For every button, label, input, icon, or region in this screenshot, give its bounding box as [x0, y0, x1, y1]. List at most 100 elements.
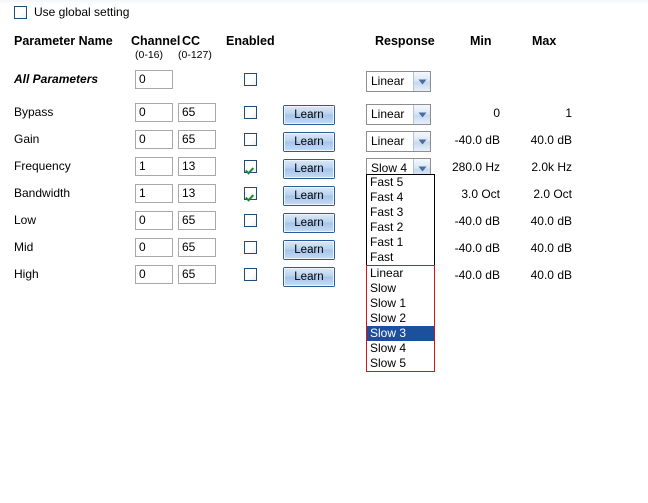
max-value: 1: [565, 106, 572, 120]
checkbox-box-icon: [244, 73, 257, 86]
cc-input[interactable]: 13: [178, 184, 216, 203]
min-value: -40.0 dB: [454, 214, 500, 228]
min-value: 0: [493, 106, 500, 120]
channel-input[interactable]: 0: [135, 265, 173, 284]
response-combobox[interactable]: Linear: [366, 71, 431, 92]
header-channel: Channel: [131, 34, 181, 48]
checkmark-icon: [244, 160, 257, 173]
max-value: 40.0 dB: [530, 133, 572, 147]
learn-button-label: Learn: [284, 214, 334, 232]
max-value: 2.0k Hz: [531, 160, 572, 174]
header-cc: CC: [182, 34, 201, 48]
dropdown-option[interactable]: Fast 2: [367, 220, 434, 235]
row-label: Mid: [14, 240, 34, 254]
row-label: Low: [14, 213, 37, 227]
channel-input[interactable]: 0: [135, 238, 173, 257]
dropdown-option[interactable]: Slow: [367, 281, 434, 296]
response-combobox[interactable]: Linear: [366, 131, 431, 152]
channel-input[interactable]: 0: [135, 130, 173, 149]
dropdown-option[interactable]: Linear: [367, 266, 434, 281]
min-value: 3.0 Oct: [461, 187, 500, 201]
enabled-checkbox[interactable]: [244, 241, 257, 257]
learn-button[interactable]: Learn: [283, 186, 335, 206]
max-value: 2.0 Oct: [533, 187, 572, 201]
cc-input[interactable]: 13: [178, 157, 216, 176]
min-value: -40.0 dB: [454, 268, 500, 282]
checkbox-box-icon: [244, 268, 257, 281]
header-response: Response: [375, 34, 435, 48]
checkbox-box-icon: [244, 214, 257, 227]
cc-input[interactable]: 65: [178, 211, 216, 230]
row-label: High: [14, 267, 39, 281]
response-dropdown-list[interactable]: Fast 5 Fast 4 Fast 3 Fast 2 Fast 1 Fast Linea…: [366, 174, 435, 372]
min-value: -40.0 dB: [454, 133, 500, 147]
channel-input[interactable]: 1: [135, 157, 173, 176]
use-global-setting-row[interactable]: Use global setting: [14, 5, 129, 19]
dropdown-option[interactable]: Slow 2: [367, 311, 434, 326]
row-label: All Parameters: [14, 72, 99, 86]
learn-button[interactable]: Learn: [283, 159, 335, 179]
chevron-down-icon[interactable]: [413, 105, 430, 124]
learn-button-label: Learn: [284, 133, 334, 151]
response-combobox[interactable]: Linear: [366, 104, 431, 125]
enabled-checkbox[interactable]: [244, 187, 257, 203]
header-cc-range: (0-127): [178, 49, 212, 61]
learn-button-label: Learn: [284, 160, 334, 178]
max-value: 40.0 dB: [530, 241, 572, 255]
min-value: 280.0 Hz: [451, 160, 500, 174]
learn-button-label: Learn: [284, 241, 334, 259]
response-combobox-value: Linear: [371, 74, 405, 88]
cc-input[interactable]: 65: [178, 130, 216, 149]
learn-button[interactable]: Learn: [283, 267, 335, 287]
channel-input[interactable]: 0: [135, 70, 173, 89]
learn-button[interactable]: Learn: [283, 132, 335, 152]
chevron-down-icon[interactable]: [413, 132, 430, 151]
midi-learn-panel: Use global setting Parameter Name Channe…: [0, 0, 648, 503]
cc-input[interactable]: 65: [178, 103, 216, 122]
dropdown-option[interactable]: Fast 1: [367, 235, 434, 250]
response-combobox-value: Linear: [371, 107, 405, 121]
header-max: Max: [532, 34, 557, 48]
header-channel-range: (0-16): [135, 49, 164, 61]
header-enabled: Enabled: [226, 34, 275, 48]
dropdown-option[interactable]: Fast: [367, 250, 434, 265]
dropdown-option[interactable]: Slow 4: [367, 341, 434, 356]
enabled-checkbox[interactable]: [244, 214, 257, 230]
channel-input[interactable]: 0: [135, 211, 173, 230]
learn-button[interactable]: Learn: [283, 213, 335, 233]
row-label: Frequency: [14, 159, 71, 173]
enabled-checkbox[interactable]: [244, 106, 257, 122]
enabled-checkbox[interactable]: [244, 160, 257, 176]
learn-button[interactable]: Learn: [283, 240, 335, 260]
row-label: Gain: [14, 132, 40, 146]
use-global-setting-checkbox[interactable]: [14, 5, 27, 19]
max-value: 40.0 dB: [530, 268, 572, 282]
response-combobox-value: Linear: [371, 134, 405, 148]
use-global-setting-label: Use global setting: [34, 5, 130, 19]
checkmark-icon: [244, 187, 257, 200]
learn-button-label: Learn: [284, 268, 334, 286]
learn-button[interactable]: Learn: [283, 105, 335, 125]
header-min: Min: [470, 34, 492, 48]
dropdown-option[interactable]: Slow 3: [367, 326, 434, 341]
enabled-checkbox[interactable]: [244, 73, 257, 89]
dropdown-option[interactable]: Fast 3: [367, 205, 434, 220]
channel-input[interactable]: 1: [135, 184, 173, 203]
chevron-down-icon[interactable]: [413, 72, 430, 91]
cc-input[interactable]: 65: [178, 265, 216, 284]
checkbox-box-icon: [244, 241, 257, 254]
dropdown-option[interactable]: Fast 5: [367, 175, 434, 190]
dropdown-option[interactable]: Slow 5: [367, 356, 434, 371]
header-parameter-name: Parameter Name: [14, 34, 113, 48]
max-value: 40.0 dB: [530, 214, 572, 228]
channel-input[interactable]: 0: [135, 103, 173, 122]
response-dropdown-group-slow: Linear Slow Slow 1 Slow 2 Slow 3 Slow 4 Slow 5: [366, 265, 435, 372]
enabled-checkbox[interactable]: [244, 268, 257, 284]
checkbox-box-icon: [244, 106, 257, 119]
dropdown-option[interactable]: Slow 1: [367, 296, 434, 311]
checkbox-box-icon: [244, 133, 257, 146]
dropdown-option[interactable]: Fast 4: [367, 190, 434, 205]
cc-input[interactable]: 65: [178, 238, 216, 257]
enabled-checkbox[interactable]: [244, 133, 257, 149]
learn-button-label: Learn: [284, 187, 334, 205]
